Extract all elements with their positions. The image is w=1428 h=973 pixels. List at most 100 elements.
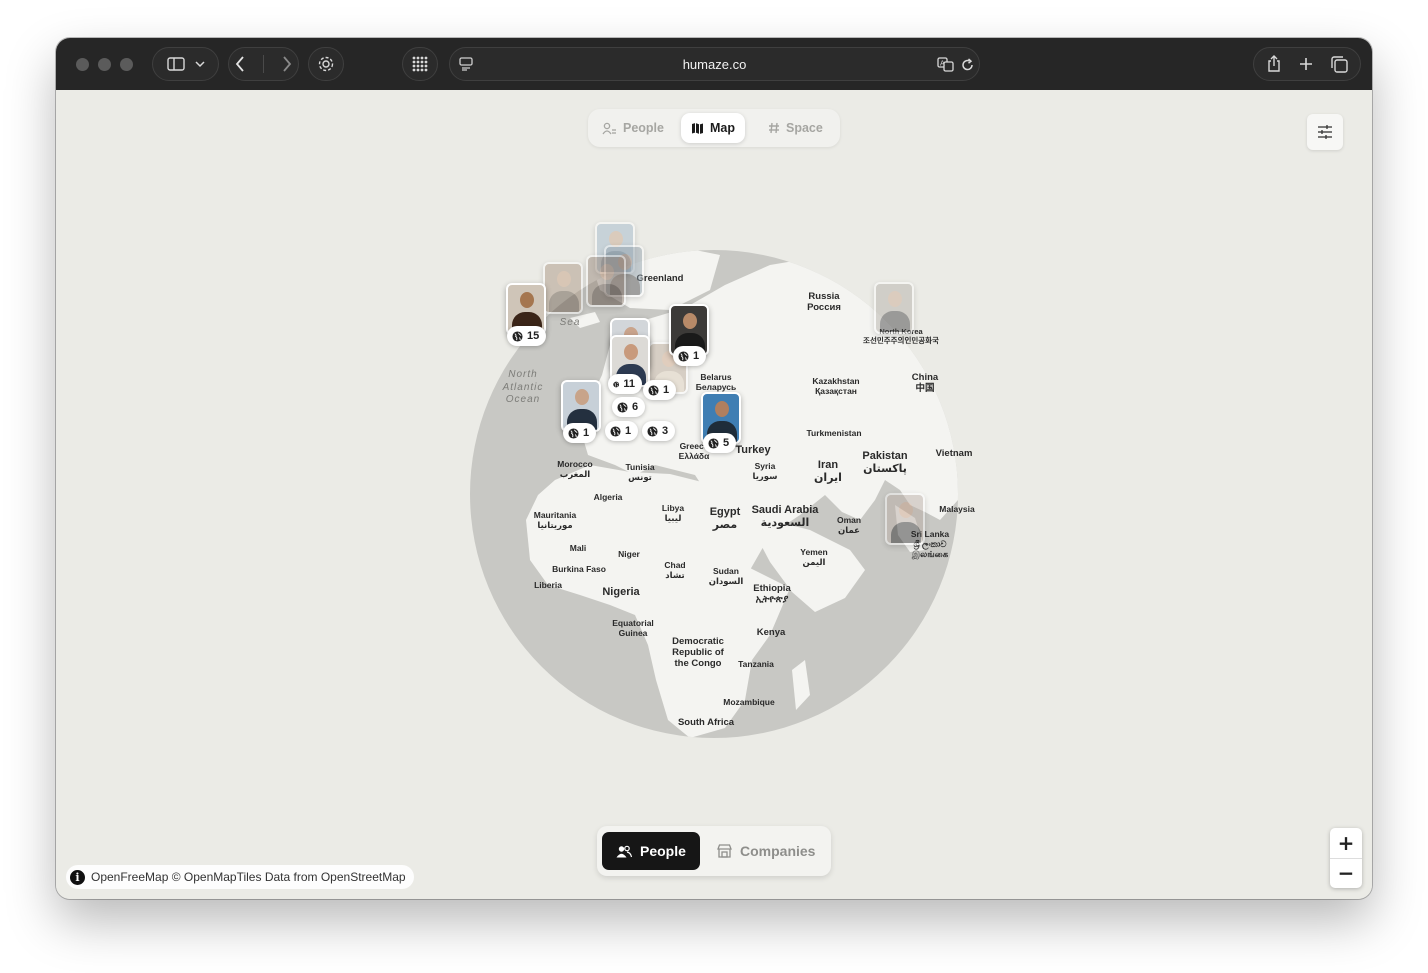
tab-people-label: People (623, 121, 664, 135)
tab-map[interactable]: Map (681, 113, 745, 143)
browser-toolbar: humaze.co A (56, 38, 1372, 90)
filter-button[interactable] (1307, 114, 1343, 150)
globe-icon (708, 437, 719, 449)
cluster-count-badge[interactable]: 3 (642, 421, 676, 441)
country-label: Malaysia (939, 504, 975, 514)
country-label: Iran ایران (814, 459, 842, 484)
tab-space[interactable]: Space (758, 113, 833, 143)
cluster-count: 15 (527, 330, 540, 342)
entity-toggle: People Companies (597, 826, 831, 876)
country-label: Niger (618, 549, 640, 559)
browser-window: humaze.co A Greenland Russia Россия Bela… (56, 38, 1372, 899)
tabs-icon[interactable] (1330, 55, 1348, 73)
tab-people[interactable]: People (592, 113, 674, 143)
cluster-count: 1 (693, 350, 700, 362)
cluster-count-badge[interactable]: 1 (563, 423, 597, 443)
zoom-control: + − (1330, 828, 1362, 888)
url-text[interactable]: humaze.co (450, 57, 979, 72)
reload-icon[interactable] (961, 58, 974, 77)
country-label: Tunisia تونس (625, 462, 655, 482)
country-label: Tanzania (738, 659, 774, 669)
sliders-icon (1318, 125, 1332, 139)
country-label: Democratic Republic of the Congo (672, 636, 724, 669)
country-label: Belarus Беларусь (695, 372, 737, 392)
info-icon[interactable]: i (70, 869, 85, 885)
country-label: Saudi Arabia السعودية (751, 504, 819, 529)
country-label: Turkmenistan (806, 428, 862, 438)
chevron-down-icon[interactable] (194, 60, 205, 68)
country-label: Algeria (593, 492, 623, 502)
country-label: Kazakhstan Қазақстан (812, 376, 860, 396)
country-label: Kenya (756, 627, 786, 638)
cluster-count: 1 (625, 425, 632, 437)
people-settings-icon (602, 122, 616, 134)
close-window-button[interactable] (76, 58, 89, 71)
store-icon (717, 844, 732, 858)
window-actions-group (1253, 47, 1361, 81)
country-label: Turkey (735, 444, 771, 456)
country-label: Mali (569, 543, 587, 553)
country-label: Mauritania موريتانيا (533, 510, 577, 530)
attribution-link[interactable]: OpenMapTiles (184, 870, 262, 884)
forward-icon[interactable] (282, 56, 292, 72)
zoom-out-button[interactable]: − (1330, 858, 1362, 888)
cluster-count: 5 (723, 437, 730, 449)
tab-map-label: Map (710, 121, 735, 135)
country-label: Morocco المغرب (557, 459, 593, 479)
country-label: Mozambique (723, 697, 775, 707)
navigation-group (228, 47, 299, 81)
people-icon (616, 845, 632, 857)
people-toggle-button[interactable]: People (602, 832, 700, 870)
tab-overview-button[interactable] (402, 47, 438, 81)
sidebar-icon[interactable] (166, 57, 185, 71)
cluster-count-badge[interactable]: 1 (605, 421, 639, 441)
person-pin[interactable] (885, 493, 925, 545)
view-switcher: People Map Space (588, 109, 840, 147)
zoom-in-button[interactable]: + (1330, 828, 1362, 858)
globe-icon (617, 401, 628, 413)
translate-icon[interactable]: A (937, 57, 955, 77)
cluster-count-badge[interactable]: 5 (703, 433, 737, 453)
sidebar-toggle-group[interactable] (152, 47, 219, 81)
attribution-link[interactable]: OpenFreeMap (91, 870, 168, 884)
map-page: Greenland Russia Россия Belarus Беларусь… (56, 90, 1372, 899)
globe-icon (613, 381, 620, 387)
cluster-count-badge[interactable]: 15 (507, 326, 547, 346)
country-label: Equatorial Guinea (612, 618, 654, 638)
cluster-count-badge[interactable]: 11 (608, 374, 642, 394)
country-label: China 中国 (911, 372, 939, 394)
attribution-link[interactable]: OpenStreetMap (321, 870, 406, 884)
settings-button[interactable] (308, 47, 344, 81)
country-label: Libya ليبيا (661, 503, 685, 523)
person-pin[interactable] (874, 282, 914, 334)
country-label: Egypt مصر (709, 506, 741, 531)
cluster-count: 1 (583, 427, 590, 439)
ocean-label: Sea (559, 317, 581, 328)
person-pin[interactable] (543, 262, 583, 314)
address-bar[interactable]: humaze.co A (449, 47, 980, 81)
divider (263, 55, 264, 73)
svg-text:A: A (940, 60, 945, 68)
minimize-window-button[interactable] (98, 58, 111, 71)
country-label: Pakistan پاکستان (862, 450, 908, 475)
globe-icon (678, 350, 689, 362)
companies-toggle-button[interactable]: Companies (703, 832, 829, 870)
maximize-window-button[interactable] (120, 58, 133, 71)
country-label: Ethiopia ኢትዮጵያ (753, 583, 791, 605)
cluster-count: 6 (632, 401, 639, 413)
person-pin[interactable] (586, 255, 626, 307)
share-icon[interactable] (1267, 55, 1281, 73)
cluster-count-badge[interactable]: 1 (673, 346, 707, 366)
globe-icon (647, 425, 658, 437)
cluster-count-badge[interactable]: 6 (612, 397, 646, 417)
globe-icon (610, 425, 621, 437)
back-icon[interactable] (235, 56, 245, 72)
globe-icon (512, 330, 523, 342)
country-label: Liberia (534, 580, 562, 590)
globe-icon (568, 427, 579, 439)
map-attribution: i OpenFreeMap © OpenMapTiles Data from O… (66, 865, 414, 889)
globe-icon (648, 384, 659, 396)
cluster-count-badge[interactable]: 1 (643, 380, 677, 400)
new-tab-icon[interactable] (1299, 57, 1313, 71)
country-label: Oman عمان (836, 515, 862, 535)
